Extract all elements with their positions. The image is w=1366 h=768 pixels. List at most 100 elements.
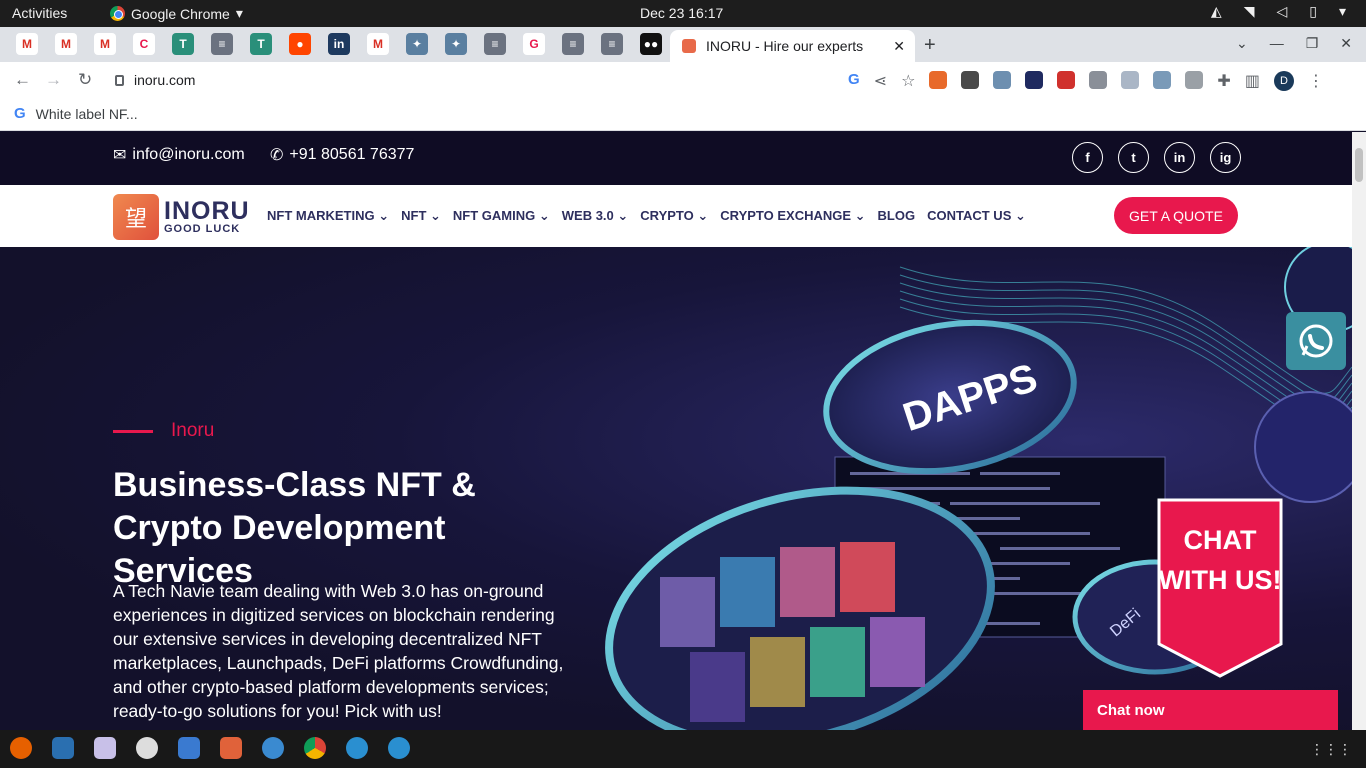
whatsapp-button[interactable]: [1286, 312, 1346, 370]
instagram-icon[interactable]: ig: [1210, 142, 1241, 173]
activities-button[interactable]: Activities: [12, 5, 67, 21]
address-bar[interactable]: inoru.com: [115, 68, 815, 92]
reload-icon[interactable]: ↻: [78, 70, 92, 90]
tab-search-icon[interactable]: ⌄: [1236, 35, 1248, 52]
forward-icon[interactable]: →: [45, 70, 62, 90]
nav-menu: NFT MARKETING ⌄ NFT ⌄ NFT GAMING ⌄ WEB 3.0 …: [267, 208, 1026, 224]
doc-icon[interactable]: ≡: [484, 33, 506, 55]
nav-item-label: CRYPTO EXCHANGE: [720, 208, 852, 223]
shield-icon[interactable]: [1121, 71, 1140, 89]
g-icon[interactable]: G: [523, 33, 545, 55]
extension-icon[interactable]: [929, 71, 948, 89]
medium-icon[interactable]: ●●: [640, 33, 662, 55]
files-icon[interactable]: [52, 737, 74, 759]
gmail-icon[interactable]: M: [94, 33, 116, 55]
clock[interactable]: Dec 23 16:17: [640, 5, 723, 21]
app-menu[interactable]: Google Chrome ▾: [110, 5, 243, 22]
wifi-icon: ◥: [1243, 3, 1255, 19]
sheet-icon[interactable]: T: [250, 33, 272, 55]
extension-icon[interactable]: [1057, 71, 1076, 89]
globe-icon[interactable]: [1153, 71, 1172, 89]
crux-icon[interactable]: C: [133, 33, 155, 55]
new-tab-button[interactable]: +: [924, 34, 936, 57]
close-window-icon[interactable]: ✕: [1340, 35, 1352, 52]
side-panel-icon[interactable]: ▥: [1245, 71, 1260, 91]
bookmark-label: White label NF...: [35, 105, 138, 122]
site-logo[interactable]: 望 INORU GOOD LUCK: [113, 194, 250, 240]
puzzle-icon[interactable]: ✚: [1217, 71, 1230, 91]
tab-active[interactable]: INORU - Hire our experts ✕: [670, 30, 915, 62]
battery-icon: ▯: [1309, 3, 1317, 19]
lock-icon[interactable]: [115, 74, 124, 86]
doc-icon[interactable]: ≡: [601, 33, 623, 55]
chevron-down-icon: ⌄: [374, 208, 390, 223]
nav-item-nft[interactable]: NFT ⌄: [401, 208, 441, 224]
nav-item-nft-marketing[interactable]: NFT MARKETING ⌄: [267, 208, 389, 224]
doc-icon[interactable]: ≡: [211, 33, 233, 55]
chat-now-button[interactable]: Chat now: [1083, 690, 1338, 730]
app-grid-icon[interactable]: ⋮⋮⋮: [1310, 741, 1352, 758]
get-a-quote-button[interactable]: GET A QUOTE: [1114, 197, 1238, 234]
extension-icon[interactable]: [961, 71, 980, 89]
share-icon[interactable]: ⋖: [874, 71, 887, 91]
email-link[interactable]: ✉ info@inoru.com: [113, 145, 245, 165]
notes-icon[interactable]: [94, 737, 116, 759]
extension-icon[interactable]: [1025, 71, 1044, 89]
phone-icon: ✆: [270, 147, 284, 164]
nav-item-label: CONTACT US: [927, 208, 1012, 223]
menu-icon[interactable]: ⋮: [1308, 71, 1324, 91]
close-icon[interactable]: ✕: [893, 38, 905, 55]
linkedin-icon[interactable]: in: [1164, 142, 1195, 173]
chrome-icon[interactable]: [304, 737, 326, 759]
envelope-icon: ✉: [113, 147, 127, 164]
nav-item-contact-us[interactable]: CONTACT US ⌄: [927, 208, 1026, 224]
hero-title: Business-Class NFT & Crypto Development …: [113, 466, 476, 590]
bird-icon[interactable]: ✦: [406, 33, 428, 55]
nav-item-label: NFT: [401, 208, 427, 223]
chat-with-us-badge[interactable]: CHAT WITH US!: [1157, 498, 1283, 678]
scrollbar-thumb[interactable]: [1355, 148, 1363, 182]
facebook-icon[interactable]: f: [1072, 142, 1103, 173]
software-icon[interactable]: [220, 737, 242, 759]
nav-item-nft-gaming[interactable]: NFT GAMING ⌄: [453, 208, 550, 224]
url-text[interactable]: inoru.com: [134, 72, 195, 88]
gmail-icon[interactable]: M: [55, 33, 77, 55]
reader-icon[interactable]: [1185, 71, 1204, 89]
nav-item-label: CRYPTO: [640, 208, 694, 223]
sync-app-icon[interactable]: [346, 737, 368, 759]
sheet-icon[interactable]: T: [172, 33, 194, 55]
linkedin-icon[interactable]: in: [328, 33, 350, 55]
nav-item-web-3-0[interactable]: WEB 3.0 ⌄: [562, 208, 629, 224]
back-icon[interactable]: ←: [14, 70, 31, 90]
nav-item-crypto-exchange[interactable]: CRYPTO EXCHANGE ⌄: [720, 208, 865, 224]
restore-icon[interactable]: ❐: [1306, 35, 1319, 52]
reddit-icon[interactable]: ●: [289, 33, 311, 55]
chevron-down-icon: ⌄: [693, 208, 709, 223]
translate-icon[interactable]: [993, 71, 1012, 89]
gmail-icon[interactable]: M: [16, 33, 38, 55]
settings-icon[interactable]: [136, 737, 158, 759]
minimize-icon[interactable]: —: [1270, 35, 1284, 52]
gmail-icon[interactable]: M: [367, 33, 389, 55]
page-scrollbar[interactable]: [1352, 132, 1366, 730]
bookmark-star-icon[interactable]: ☆: [901, 71, 915, 91]
phone-link[interactable]: ✆ +91 80561 76377: [270, 145, 414, 165]
system-tray[interactable]: ◭ ◥ ◁ ▯ ▾: [1211, 3, 1346, 20]
settings-extension-icon[interactable]: [1089, 71, 1108, 89]
tab-strip: M M M C T ≡ T ● in M ✦ ✦ ≡ G ≡ ≡ ●● INOR…: [0, 27, 1366, 62]
nav-item-blog[interactable]: BLOG: [878, 208, 916, 224]
profile-avatar[interactable]: D: [1273, 71, 1294, 91]
nav-item-crypto[interactable]: CRYPTO ⌄: [640, 208, 708, 224]
doc-icon[interactable]: ≡: [562, 33, 584, 55]
main-navigation: 望 INORU GOOD LUCK NFT MARKETING ⌄ NFT ⌄ NF…: [0, 185, 1352, 247]
extensions-bar: G ⋖ ☆ ✚ ▥ D ⋮: [848, 71, 1324, 91]
bookmark-item[interactable]: G White label NF...: [14, 105, 138, 122]
sync-app-icon[interactable]: [388, 737, 410, 759]
bird-icon[interactable]: ✦: [445, 33, 467, 55]
writer-icon[interactable]: [178, 737, 200, 759]
twitter-icon[interactable]: t: [1118, 142, 1149, 173]
help-icon[interactable]: [262, 737, 284, 759]
firefox-icon[interactable]: [10, 737, 32, 759]
google-lens-icon[interactable]: G: [848, 71, 860, 91]
hero-description: A Tech Navie team dealing with Web 3.0 h…: [113, 581, 564, 721]
